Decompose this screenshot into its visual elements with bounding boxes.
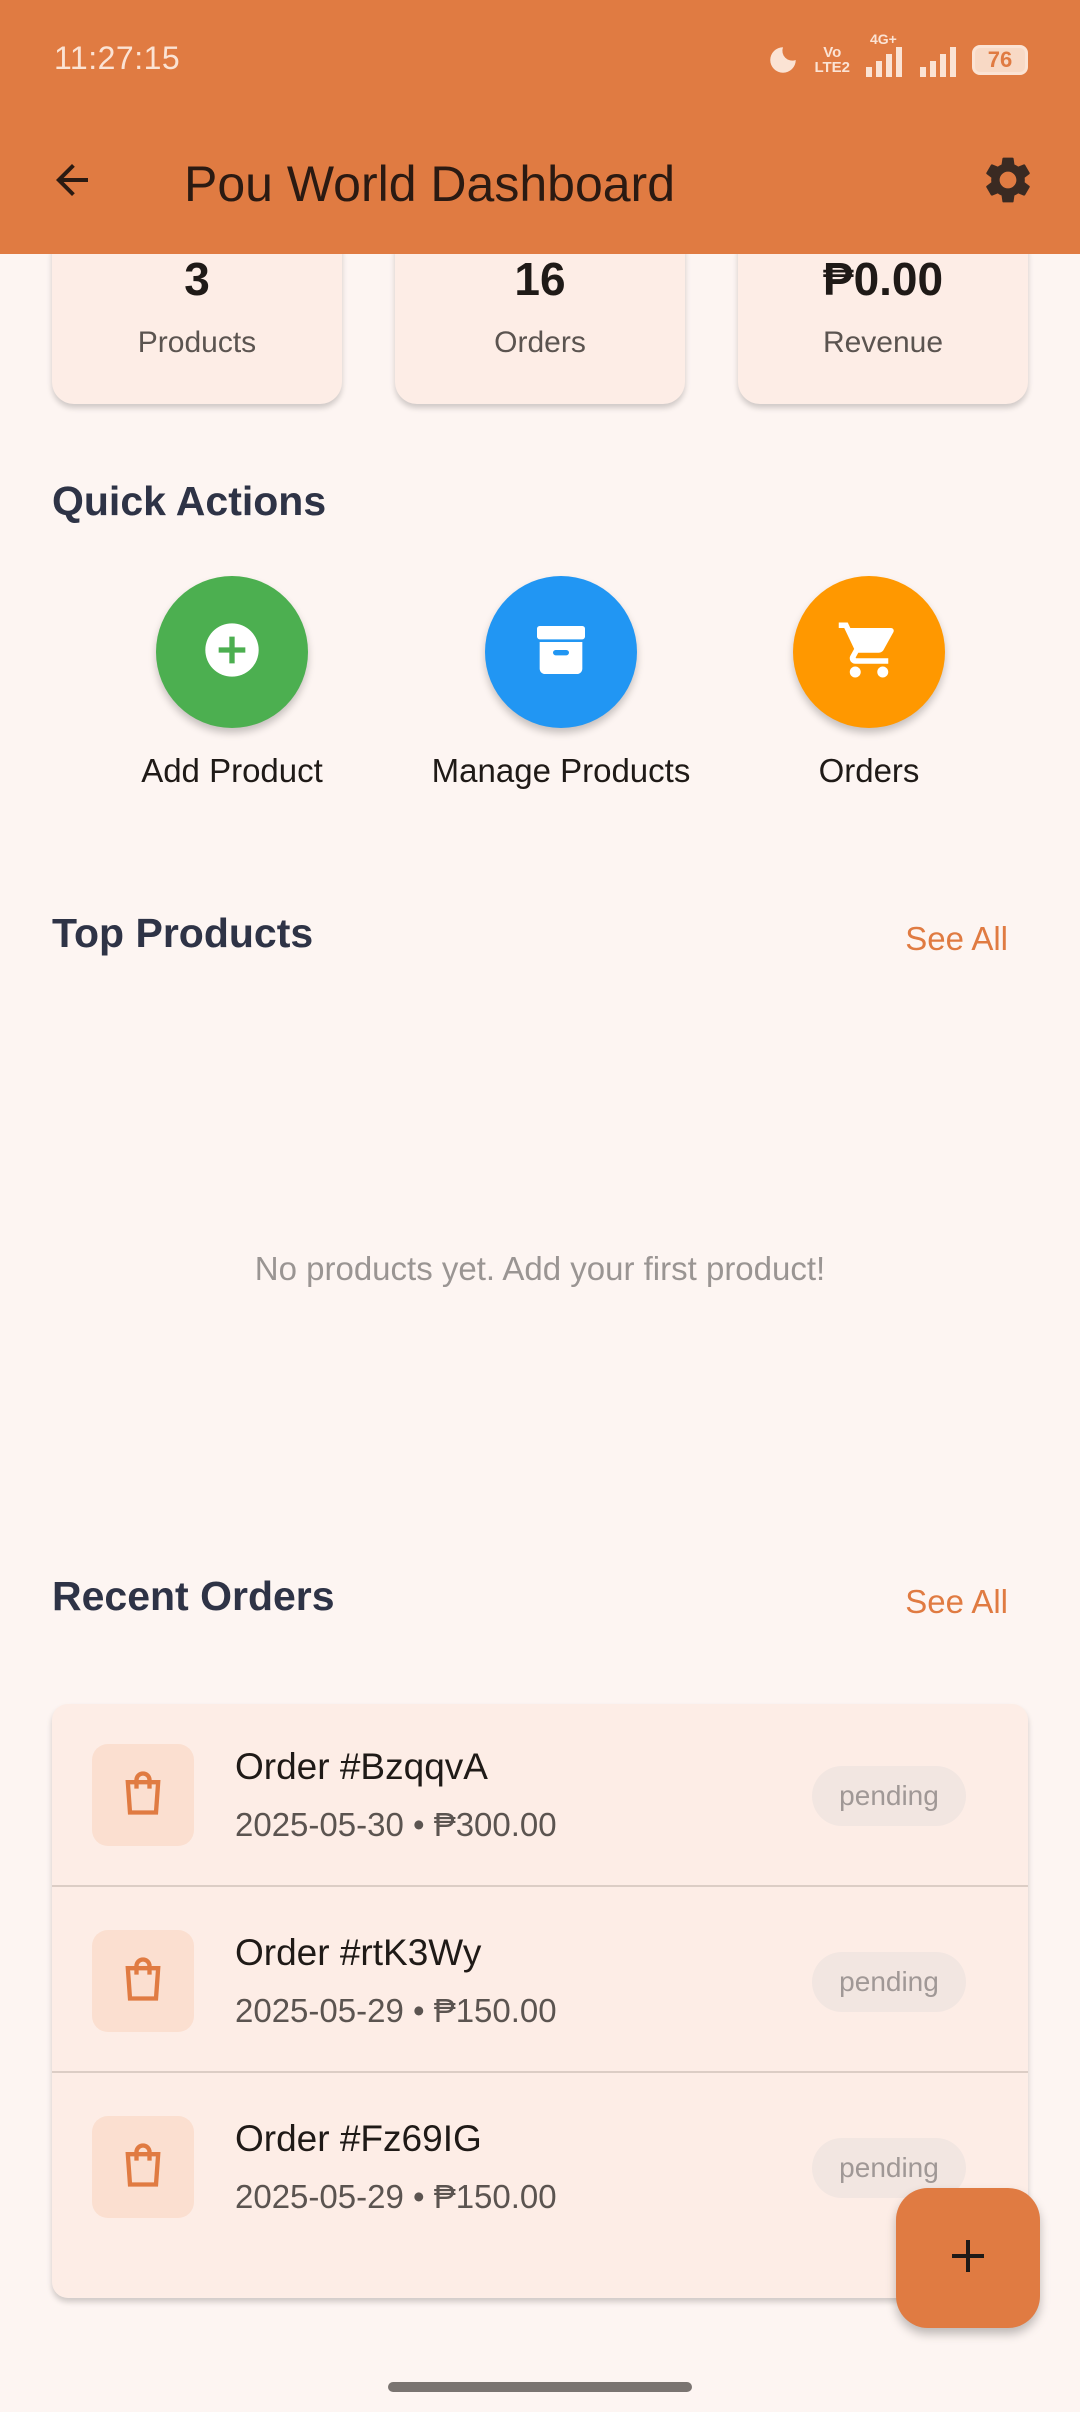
order-divider	[52, 1885, 1028, 1887]
archive-box-icon	[529, 618, 593, 686]
stat-label: Products	[137, 326, 257, 359]
arrow-left-icon	[48, 156, 96, 208]
manage-products-button[interactable]	[485, 576, 637, 728]
battery-level: 76	[987, 47, 1013, 72]
recent-orders-list: Order #BzqqvA 2025-05-30 • ₱300.00 pendi…	[52, 1704, 1028, 2298]
recent-orders-see-all-link[interactable]: See All	[905, 1583, 1008, 1621]
status-bar: 11:27:15 Vo LTE2 4G+ 76	[0, 0, 1080, 120]
volte-line1: Vo	[823, 44, 842, 61]
order-row[interactable]: Order #rtK3Wy 2025-05-29 • ₱150.00 pendi…	[52, 1890, 1028, 2076]
empty-products-message: No products yet. Add your first product!	[254, 1250, 826, 1287]
order-meta: 2025-05-30 • ₱300.00	[235, 1806, 557, 1843]
stat-label: Orders	[494, 326, 586, 359]
order-divider	[52, 2071, 1028, 2073]
order-id: Order #BzqqvA	[235, 1746, 488, 1787]
shopping-bag-icon	[117, 1953, 169, 2009]
signal-4g-icon: 4G+	[864, 31, 904, 77]
order-status-badge: pending	[812, 1766, 966, 1826]
app-bar: 11:27:15 Vo LTE2 4G+ 76 Pou World Dashbo…	[0, 0, 1080, 254]
shopping-bag-icon	[117, 1767, 169, 1823]
settings-button[interactable]	[978, 152, 1038, 212]
order-row[interactable]: Order #BzqqvA 2025-05-30 • ₱300.00 pendi…	[52, 1704, 1028, 1890]
orders-button[interactable]	[793, 576, 945, 728]
plus-icon	[944, 2232, 992, 2284]
signal-icon	[918, 43, 958, 77]
home-indicator[interactable]	[388, 2382, 692, 2392]
stat-card-orders[interactable]: 16 Orders	[395, 230, 685, 404]
status-icons: Vo LTE2 4G+ 76	[766, 31, 1028, 80]
order-icon-container	[92, 1930, 194, 2032]
manage-products-action[interactable]: Manage Products	[411, 576, 711, 790]
moon-icon	[766, 43, 800, 77]
battery-icon: 76	[972, 45, 1028, 75]
orders-action[interactable]: Orders	[719, 576, 1019, 790]
stat-value: 16	[514, 253, 566, 305]
orders-label: Orders	[818, 752, 920, 789]
top-products-title: Top Products	[52, 910, 314, 956]
stat-card-revenue[interactable]: ₱0.00 Revenue	[738, 230, 1028, 404]
stat-card-products[interactable]: 3 Products	[52, 230, 342, 404]
stat-label: Revenue	[822, 326, 944, 359]
order-icon-container	[92, 2116, 194, 2218]
shopping-bag-icon	[117, 2139, 169, 2195]
volte-indicator: Vo LTE2	[814, 45, 850, 75]
back-button[interactable]	[40, 150, 104, 214]
order-id: Order #rtK3Wy	[235, 1932, 482, 1973]
stat-value: ₱0.00	[822, 253, 944, 305]
top-products-see-all-link[interactable]: See All	[905, 920, 1008, 958]
volte-line2: LTE2	[814, 59, 850, 76]
shopping-cart-icon	[836, 617, 902, 687]
add-fab-button[interactable]	[896, 2188, 1040, 2328]
gear-icon	[980, 152, 1036, 212]
order-meta: 2025-05-29 • ₱150.00	[235, 1992, 557, 2029]
plus-circle-icon	[200, 618, 264, 686]
stat-value: 3	[184, 253, 210, 305]
order-status-badge: pending	[812, 1952, 966, 2012]
add-product-button[interactable]	[156, 576, 308, 728]
order-row[interactable]: Order #Fz69IG 2025-05-29 • ₱150.00 pendi…	[52, 2076, 1028, 2262]
manage-products-label: Manage Products	[431, 752, 691, 789]
add-product-action[interactable]: Add Product	[82, 576, 382, 790]
order-icon-container	[92, 1744, 194, 1846]
network-type-label: 4G+	[870, 31, 897, 47]
order-id: Order #Fz69IG	[235, 2118, 482, 2159]
quick-actions-title: Quick Actions	[52, 478, 327, 524]
status-time: 11:27:15	[54, 40, 181, 76]
add-product-label: Add Product	[141, 752, 323, 789]
order-meta: 2025-05-29 • ₱150.00	[235, 2178, 557, 2215]
recent-orders-title: Recent Orders	[52, 1573, 335, 1619]
page-title: Pou World Dashboard	[184, 156, 676, 212]
